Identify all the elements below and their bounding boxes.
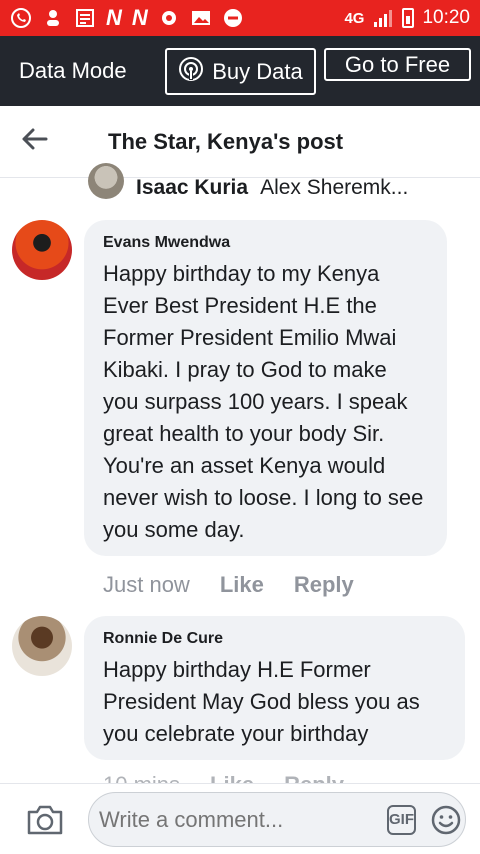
comment-actions: Just now Like Reply: [103, 572, 354, 598]
comment-text: Happy birthday to my Kenya Ever Best Pre…: [103, 261, 424, 542]
preview-text: Alex Sheremk...: [260, 176, 409, 199]
comment-bubble: Evans Mwendwa Happy birthday to my Kenya…: [84, 220, 447, 556]
avatar[interactable]: [12, 616, 72, 676]
smiley-icon: [430, 805, 462, 840]
buy-data-button[interactable]: Buy Data: [165, 48, 316, 95]
comment-bubble: Ronnie De Cure Happy birthday H.E Former…: [84, 616, 465, 760]
person-notification-icon: [42, 7, 64, 29]
emoji-button[interactable]: [430, 804, 462, 836]
comment-text: Happy birthday H.E Former President May …: [103, 657, 420, 746]
avatar[interactable]: [12, 220, 72, 280]
network-type: 4G: [344, 9, 365, 27]
settings-notification-icon: [158, 7, 180, 29]
broadcast-icon: [178, 56, 204, 88]
news-icon: [74, 7, 96, 29]
clock: 10:20: [422, 7, 470, 28]
page-title: The Star, Kenya's post: [108, 128, 344, 154]
camera-icon: [26, 805, 64, 840]
battery-icon: [402, 8, 415, 28]
go-to-free-button[interactable]: Go to Free: [324, 48, 471, 81]
comment-author[interactable]: Evans Mwendwa: [103, 234, 427, 252]
buy-data-label: Buy Data: [212, 58, 303, 84]
signal-icon: [372, 7, 394, 29]
comment-composer: GIF: [0, 783, 480, 854]
page-header: The Star, Kenya's post: [0, 106, 480, 178]
do-not-disturb-icon: [222, 7, 244, 29]
avatar: [88, 163, 124, 199]
nn-icon: N: [106, 5, 122, 30]
preview-author: Isaac Kuria: [136, 176, 249, 199]
back-button[interactable]: [0, 106, 70, 178]
comment-input[interactable]: [89, 806, 387, 833]
back-arrow-icon: [22, 128, 48, 155]
nn-icon: N: [131, 5, 148, 30]
data-mode-label: Data Mode: [19, 58, 127, 83]
like-button[interactable]: Like: [220, 572, 264, 598]
data-mode-bar: Data Mode Buy Data Go to Free: [0, 36, 480, 106]
status-bar: N N 4G 10:20: [0, 0, 480, 36]
comment-time: Just now: [103, 572, 190, 597]
whatsapp-icon: [10, 7, 32, 29]
reply-preview-row[interactable]: Isaac Kuria Alex Sheremk...: [88, 163, 409, 204]
camera-button[interactable]: [26, 804, 64, 836]
image-icon: [190, 7, 212, 29]
reply-button[interactable]: Reply: [294, 572, 354, 598]
gif-button[interactable]: GIF: [387, 804, 416, 835]
comment-input-wrapper: GIF: [88, 792, 466, 847]
comment-author[interactable]: Ronnie De Cure: [103, 630, 445, 648]
